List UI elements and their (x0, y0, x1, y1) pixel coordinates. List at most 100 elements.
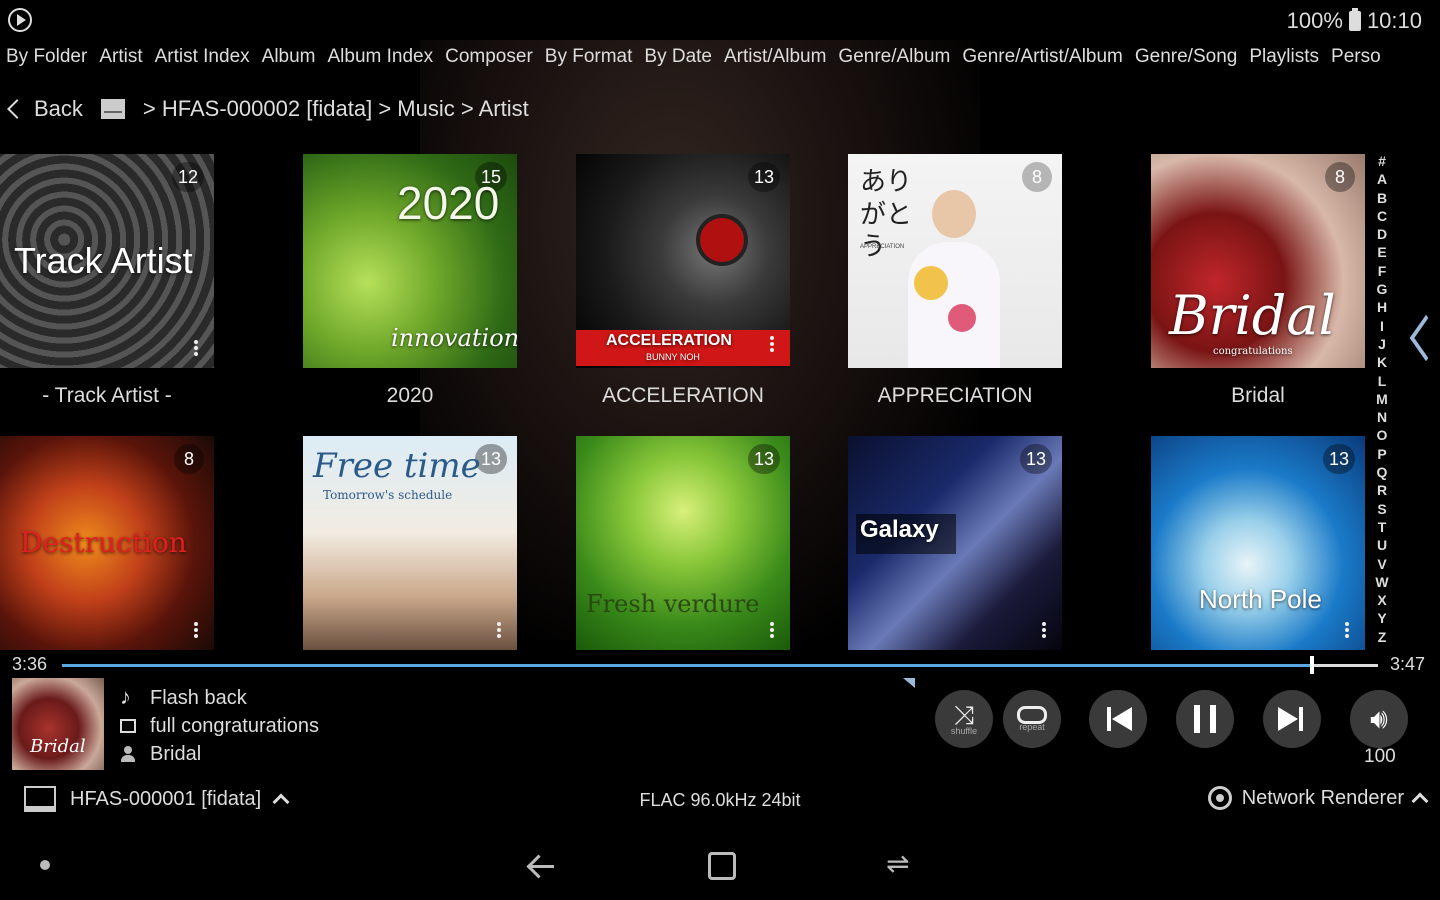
album-cover[interactable]: 15 2020 innovation (303, 154, 517, 368)
renderer-selector[interactable]: Network Renderer (1207, 786, 1429, 810)
alpha-letter[interactable]: Z (1378, 630, 1387, 644)
more-options-icon[interactable] (770, 336, 774, 352)
menu-artist[interactable]: Artist (99, 46, 142, 80)
alpha-letter[interactable]: W (1375, 575, 1388, 589)
album-grid: 12 Track Artist - Track Artist - 15 2020… (0, 154, 1365, 650)
menu-artist-album[interactable]: Artist/Album (724, 46, 826, 80)
album-cover[interactable]: 13 Galaxy (848, 436, 1062, 650)
album-cover[interactable]: 13 North Pole (1151, 436, 1365, 650)
alphabet-index[interactable]: # A B C D E F G H I J K L M N O P Q R S … (1372, 154, 1392, 644)
album-cover[interactable]: 13 Free time Tomorrow's schedule (303, 436, 517, 650)
more-options-icon[interactable] (497, 622, 501, 638)
cover-title: Bridal (1169, 284, 1336, 347)
menu-by-folder[interactable]: By Folder (6, 46, 87, 80)
alpha-letter[interactable]: J (1378, 337, 1386, 351)
album-cover[interactable]: 8 Bridal congratulations (1151, 154, 1365, 368)
alpha-letter[interactable]: Y (1377, 611, 1386, 625)
menu-album[interactable]: Album (262, 46, 316, 80)
back-chevron-icon[interactable] (7, 99, 27, 119)
alpha-letter[interactable]: L (1378, 374, 1387, 388)
track-count-badge: 8 (174, 444, 204, 474)
previous-track-button[interactable] (1089, 690, 1147, 748)
nav-back-icon[interactable] (524, 852, 560, 880)
now-playing-artwork[interactable]: Bridal (12, 678, 104, 770)
more-options-icon[interactable] (1345, 622, 1349, 638)
chevron-up-icon[interactable] (1411, 792, 1429, 810)
now-playing-info: Flash back full congraturations Bridal (120, 684, 319, 768)
album-card[interactable]: 15 2020 innovation 2020 (303, 154, 517, 408)
menu-personal[interactable]: Perso (1331, 46, 1381, 80)
music-note-icon (120, 684, 136, 710)
breadcrumb-path[interactable]: > HFAS-000002 [fidata] > Music > Artist (143, 96, 529, 122)
seek-bar-row: 3:36 3:47 (0, 650, 1440, 680)
skip-next-icon (1277, 705, 1307, 733)
seek-bar-thumb[interactable] (1310, 656, 1315, 674)
renderer-name[interactable]: Network Renderer (1242, 787, 1404, 810)
alpha-letter[interactable]: C (1377, 209, 1387, 223)
alpha-letter[interactable]: O (1377, 428, 1388, 442)
more-options-icon[interactable] (1042, 622, 1046, 638)
more-options-icon[interactable] (194, 622, 198, 638)
more-options-icon[interactable] (770, 622, 774, 638)
queue-indicator-icon (903, 678, 915, 688)
album-card[interactable]: 8 Bridal congratulations Bridal (1151, 154, 1365, 408)
nav-recent-apps-icon[interactable]: ⇌ (886, 850, 918, 880)
more-options-icon[interactable] (194, 340, 198, 356)
album-cover[interactable]: 13 Fresh verdure (576, 436, 790, 650)
album-card[interactable]: 13 Galaxy (848, 436, 1062, 650)
album-cover[interactable]: 8 Destruction (0, 436, 214, 650)
menu-by-format[interactable]: By Format (545, 46, 633, 80)
back-button[interactable]: Back (34, 96, 83, 122)
nav-home-icon[interactable] (708, 852, 736, 880)
seek-bar[interactable] (62, 656, 1378, 674)
next-track-button[interactable] (1263, 690, 1321, 748)
alpha-letter[interactable]: U (1377, 538, 1387, 552)
menu-genre-artist-album[interactable]: Genre/Artist/Album (962, 46, 1123, 80)
album-card[interactable]: 8 ありがとう APPRECIATION APPRECIATION (848, 154, 1062, 408)
album-card[interactable]: 13 Fresh verdure (576, 436, 790, 650)
album-cover[interactable]: 8 ありがとう APPRECIATION (848, 154, 1062, 368)
menu-genre-song[interactable]: Genre/Song (1135, 46, 1237, 80)
alpha-letter[interactable]: # (1378, 154, 1386, 168)
elapsed-time: 3:36 (12, 654, 48, 674)
menu-album-index[interactable]: Album Index (328, 46, 434, 80)
album-card[interactable]: 13 ACCELERATION BUNNY NOH ACCELERATION (576, 154, 790, 408)
alpha-letter[interactable]: G (1377, 282, 1388, 296)
alpha-letter[interactable]: M (1376, 392, 1388, 406)
album-card[interactable]: 13 North Pole (1151, 436, 1365, 650)
alpha-letter[interactable]: T (1378, 520, 1387, 534)
alpha-letter[interactable]: I (1380, 319, 1384, 333)
alpha-letter[interactable]: A (1377, 172, 1387, 186)
album-card[interactable]: 8 Destruction (0, 436, 214, 650)
artwork-text: Bridal (30, 736, 86, 757)
alpha-letter[interactable]: K (1377, 355, 1387, 369)
album-card[interactable]: 13 Free time Tomorrow's schedule (303, 436, 517, 650)
pause-button[interactable] (1176, 690, 1234, 748)
track-count-badge: 13 (747, 444, 780, 474)
album-card[interactable]: 12 Track Artist - Track Artist - (0, 154, 214, 408)
menu-by-date[interactable]: By Date (644, 46, 712, 80)
menu-composer[interactable]: Composer (445, 46, 533, 80)
menu-artist-index[interactable]: Artist Index (155, 46, 250, 80)
volume-icon: 🔊︎ (1370, 703, 1388, 734)
alpha-letter[interactable]: N (1377, 410, 1387, 424)
album-cover[interactable]: 13 ACCELERATION BUNNY NOH (576, 154, 790, 368)
volume-button[interactable]: 🔊︎ (1350, 690, 1408, 748)
alpha-letter[interactable]: X (1377, 593, 1386, 607)
alpha-letter[interactable]: F (1378, 264, 1387, 278)
alpha-letter[interactable]: S (1377, 502, 1386, 516)
alpha-letter[interactable]: P (1377, 447, 1386, 461)
alpha-letter[interactable]: R (1377, 483, 1387, 497)
menu-playlists[interactable]: Playlists (1249, 46, 1319, 80)
alpha-letter[interactable]: H (1377, 300, 1387, 314)
shuffle-button[interactable]: ⤨ shuffle (935, 690, 993, 748)
open-drawer-chevron-icon[interactable] (1404, 318, 1424, 362)
alpha-letter[interactable]: V (1377, 557, 1386, 571)
album-cover[interactable]: 12 Track Artist (0, 154, 214, 368)
alpha-letter[interactable]: D (1377, 227, 1387, 241)
alpha-letter[interactable]: E (1377, 245, 1386, 259)
alpha-letter[interactable]: Q (1377, 465, 1388, 479)
menu-genre-album[interactable]: Genre/Album (838, 46, 950, 80)
alpha-letter[interactable]: B (1377, 191, 1387, 205)
repeat-button[interactable]: repeat (1003, 690, 1061, 748)
